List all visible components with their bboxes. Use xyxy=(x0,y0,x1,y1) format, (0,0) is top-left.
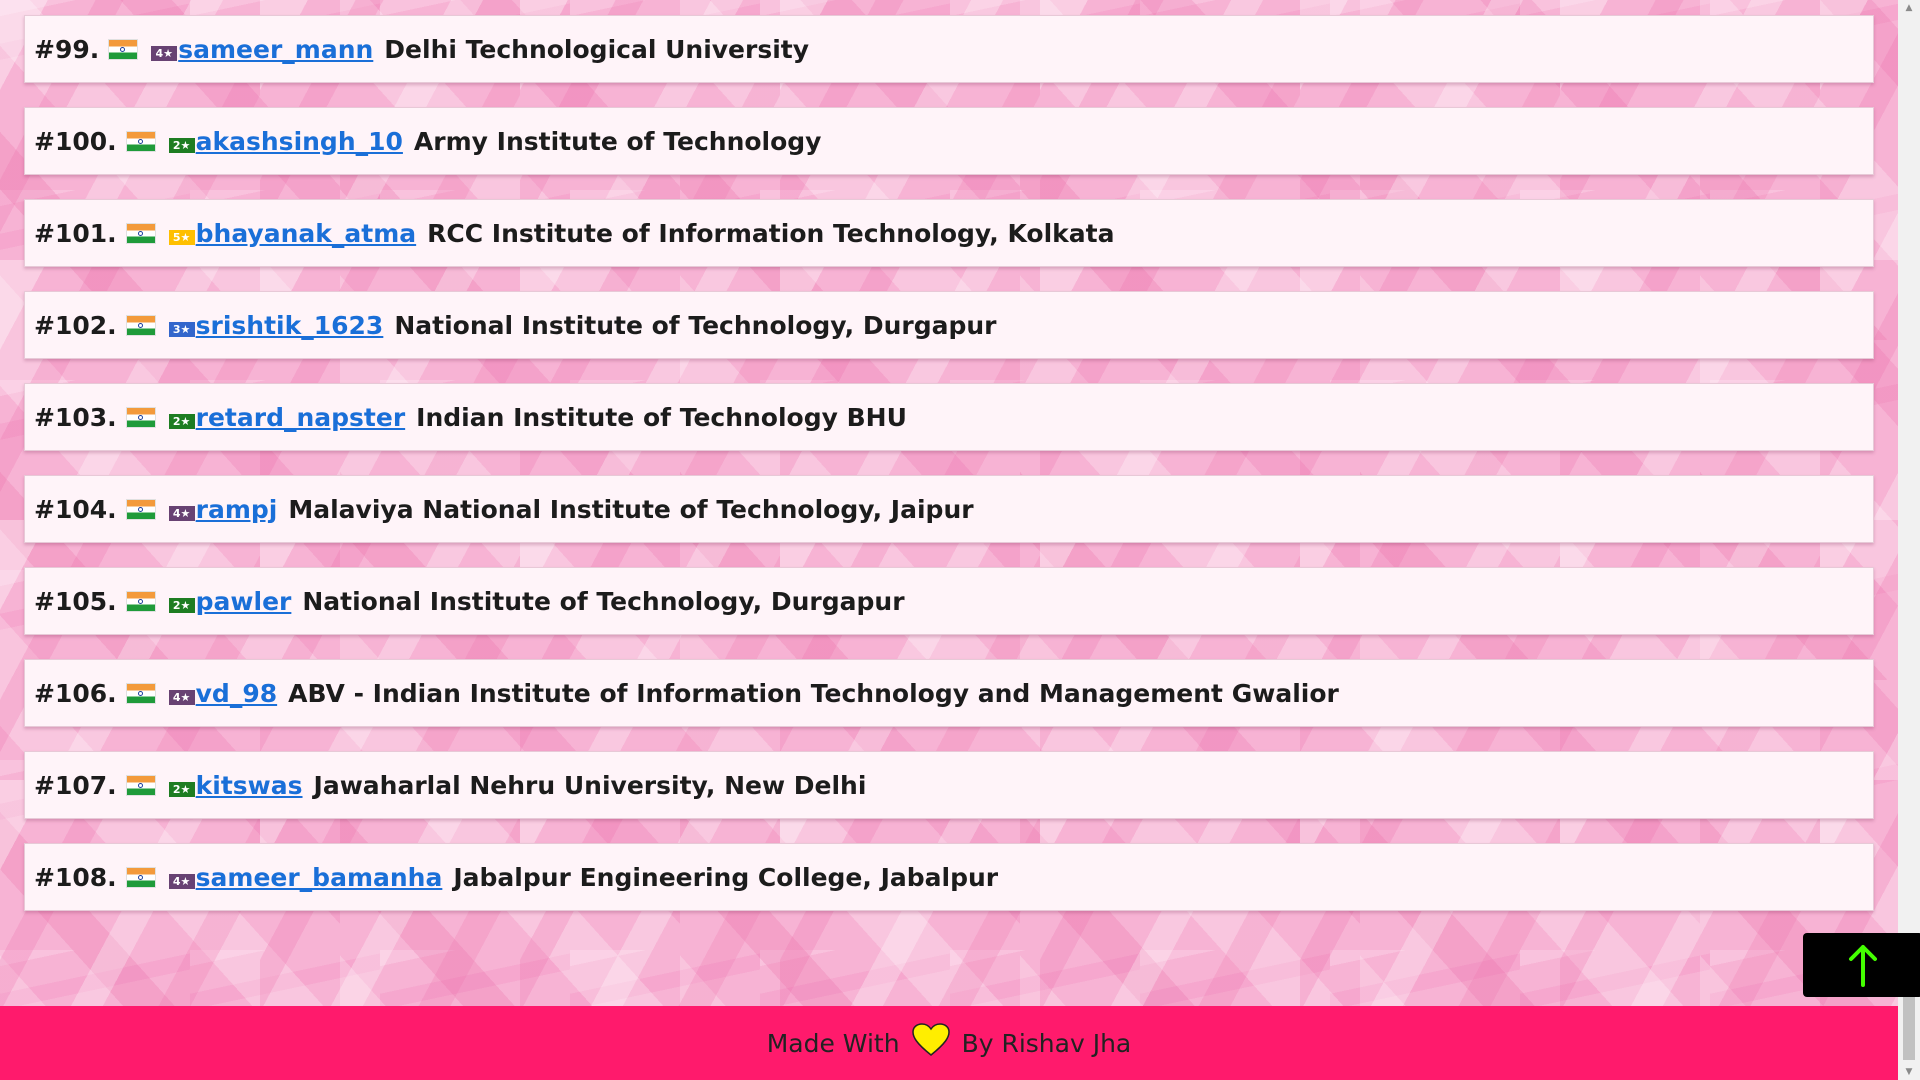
username-link[interactable]: sameer_bamanha xyxy=(196,863,443,892)
institution-name: ABV - Indian Institute of Information Te… xyxy=(288,678,1339,708)
india-flag-icon xyxy=(109,39,138,59)
username-link[interactable]: sameer_mann xyxy=(178,35,373,64)
footer-author-text: By Rishav Jha xyxy=(961,1028,1132,1058)
rank-number: #106. xyxy=(34,678,117,708)
username-link[interactable]: pawler xyxy=(196,587,292,616)
rank-number: #104. xyxy=(34,494,117,524)
institution-name: National Institute of Technology, Durgap… xyxy=(394,310,997,340)
username-link[interactable]: bhayanak_atma xyxy=(196,219,417,248)
institution-name: RCC Institute of Information Technology,… xyxy=(427,218,1115,248)
rank-number: #102. xyxy=(34,310,117,340)
username-link[interactable]: akashsingh_10 xyxy=(196,127,403,156)
username-link[interactable]: retard_napster xyxy=(196,403,406,432)
india-flag-icon xyxy=(126,775,155,795)
india-flag-icon xyxy=(126,591,155,611)
back-to-top-button[interactable] xyxy=(1803,933,1920,997)
list-item: #108. 4★ sameer_bamanha Jabalpur Engineerin… xyxy=(24,843,1874,911)
username-link[interactable]: rampj xyxy=(196,495,278,524)
india-flag-icon xyxy=(126,223,155,243)
star-rating-badge: 4★ xyxy=(151,45,178,61)
star-rating-badge: 2★ xyxy=(168,137,195,153)
star-rating-badge: 5★ xyxy=(168,229,195,245)
leaderboard-list: #99. 4★ sameer_mann Delhi Technological Uni… xyxy=(24,15,1874,935)
footer: Made With By Rishav Jha xyxy=(0,1006,1898,1080)
rank-number: #107. xyxy=(34,770,117,800)
india-flag-icon xyxy=(126,407,155,427)
institution-name: Jawaharlal Nehru University, New Delhi xyxy=(313,770,867,800)
list-item: #100. 2★ akashsingh_10 Army Institute of Te… xyxy=(24,107,1874,175)
rank-number: #105. xyxy=(34,586,117,616)
rank-number: #108. xyxy=(34,862,117,892)
list-item: #101. 5★ bhayanak_atma RCC Institute of Inf… xyxy=(24,199,1874,267)
star-rating-badge: 4★ xyxy=(168,689,195,705)
india-flag-icon xyxy=(126,867,155,887)
heart-icon xyxy=(911,1023,950,1063)
star-rating-badge: 2★ xyxy=(168,781,195,797)
india-flag-icon xyxy=(126,131,155,151)
institution-name: Indian Institute of Technology BHU xyxy=(416,402,907,432)
rank-number: #103. xyxy=(34,402,117,432)
rank-number: #100. xyxy=(34,126,117,156)
list-item: #102. 3★ srishtik_1623 National Institute o… xyxy=(24,291,1874,359)
star-rating-badge: 4★ xyxy=(168,873,195,889)
scroll-down-arrow-icon[interactable]: ▼ xyxy=(1898,1064,1920,1080)
india-flag-icon xyxy=(126,499,155,519)
institution-name: Delhi Technological University xyxy=(384,34,810,64)
star-rating-badge: 3★ xyxy=(168,321,195,337)
username-link[interactable]: srishtik_1623 xyxy=(196,311,384,340)
institution-name: Malaviya National Institute of Technolog… xyxy=(288,494,974,524)
star-rating-badge: 2★ xyxy=(168,597,195,613)
username-link[interactable]: vd_98 xyxy=(196,679,277,708)
scroll-up-arrow-icon[interactable]: ▲ xyxy=(1898,0,1920,16)
vertical-scrollbar[interactable]: ▲ ▼ xyxy=(1898,0,1920,1080)
star-rating-badge: 2★ xyxy=(168,413,195,429)
username-link[interactable]: kitswas xyxy=(196,771,303,800)
list-item: #107. 2★ kitswas Jawaharlal Nehru Universit… xyxy=(24,751,1874,819)
footer-made-with-text: Made With xyxy=(766,1028,900,1058)
list-item: #103. 2★ retard_napster Indian Institute of… xyxy=(24,383,1874,451)
rank-number: #99. xyxy=(34,34,100,64)
institution-name: Army Institute of Technology xyxy=(413,126,822,156)
arrow-up-icon xyxy=(1849,945,1877,987)
india-flag-icon xyxy=(126,683,155,703)
institution-name: Jabalpur Engineering College, Jabalpur xyxy=(453,862,999,892)
institution-name: National Institute of Technology, Durgap… xyxy=(302,586,905,616)
list-item: #99. 4★ sameer_mann Delhi Technological Uni… xyxy=(24,15,1874,83)
india-flag-icon xyxy=(126,315,155,335)
list-item: #106. 4★ vd_98 ABV - Indian Institute of In… xyxy=(24,659,1874,727)
star-rating-badge: 4★ xyxy=(168,505,195,521)
list-item: #104. 4★ rampj Malaviya National Institute … xyxy=(24,475,1874,543)
list-item: #105. 2★ pawler National Institute of Techn… xyxy=(24,567,1874,635)
rank-number: #101. xyxy=(34,218,117,248)
